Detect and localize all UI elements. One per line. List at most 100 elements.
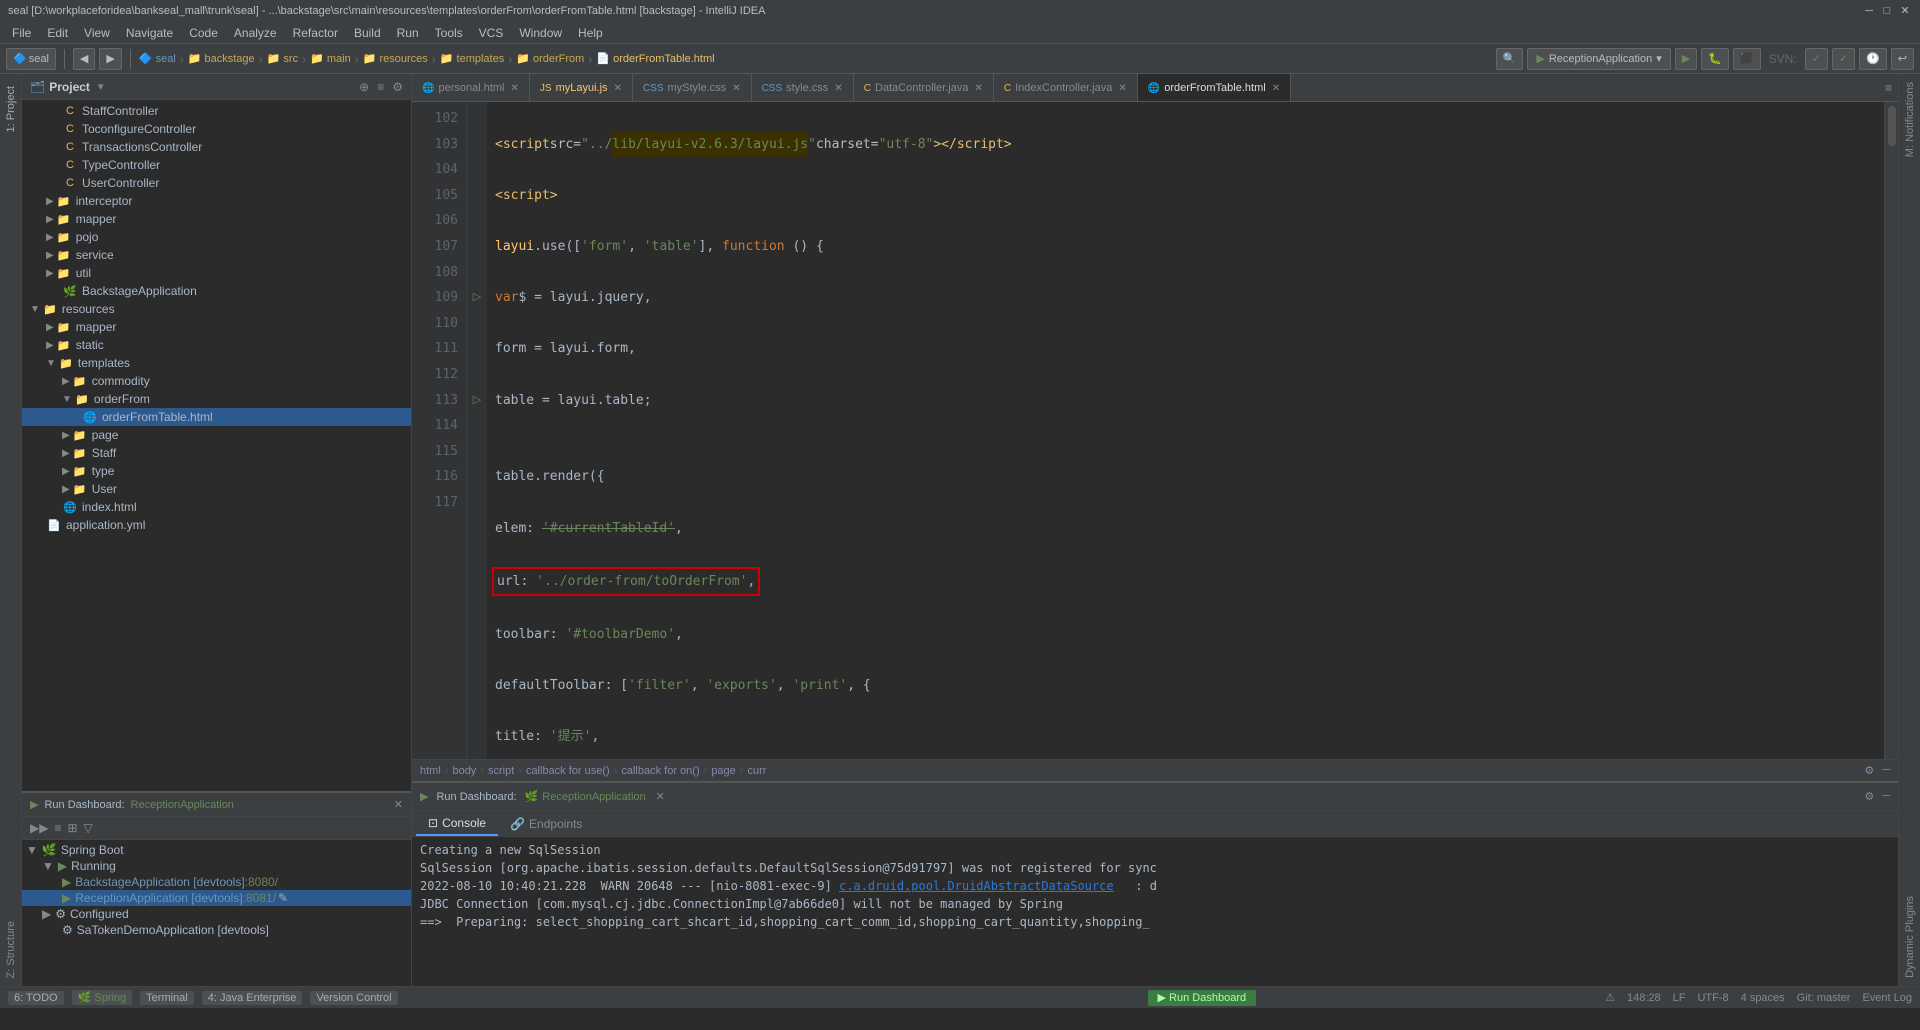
reception-app-item[interactable]: ▶ ReceptionApplication [devtools] :8081/… xyxy=(22,890,411,906)
stop-button[interactable]: ⬛ xyxy=(1733,48,1761,70)
path-page[interactable]: page xyxy=(711,765,735,777)
status-event-log[interactable]: Event Log xyxy=(1862,992,1912,1004)
right-tab-db[interactable]: Dynamic Plugins xyxy=(1902,888,1918,986)
tree-item-index-html[interactable]: 🌐 index.html xyxy=(22,498,411,516)
menu-build[interactable]: Build xyxy=(346,24,389,42)
debug-button[interactable]: 🐛 xyxy=(1701,48,1729,70)
tb-backstage[interactable]: 📁 backstage xyxy=(188,52,255,65)
tab-orderfromtable[interactable]: 🌐 orderFromTable.html ✕ xyxy=(1138,74,1291,102)
tree-item-user-controller[interactable]: C UserController xyxy=(22,174,411,192)
project-selector[interactable]: 🔷 seal xyxy=(6,48,56,70)
tree-item-resources[interactable]: ▼ 📁 resources xyxy=(22,300,411,318)
menu-vcs[interactable]: VCS xyxy=(471,24,512,42)
close-data-tab[interactable]: ✕ xyxy=(975,83,983,94)
project-tab[interactable]: 1: Project xyxy=(3,78,19,140)
editor-scrollbar[interactable] xyxy=(1884,102,1898,759)
menu-window[interactable]: Window xyxy=(511,24,570,42)
close-mylayui-tab[interactable]: ✕ xyxy=(614,83,622,94)
project-dropdown[interactable]: ▾ xyxy=(98,80,104,93)
close-personal-tab[interactable]: ✕ xyxy=(511,83,519,94)
tab-style-css[interactable]: CSS style.css ✕ xyxy=(752,74,854,102)
console-settings-icon[interactable]: ⚙ xyxy=(1864,790,1874,803)
tree-item-templates[interactable]: ▼ 📁 templates xyxy=(22,354,411,372)
tab-mystyle-css[interactable]: CSS myStyle.css ✕ xyxy=(633,74,752,102)
version-control-btn[interactable]: Version Control xyxy=(310,991,397,1005)
path-callback-use[interactable]: callback for use() xyxy=(526,765,610,777)
tree-item-application[interactable]: 📄 application.yml xyxy=(22,516,411,534)
forward-button[interactable]: ▶ xyxy=(99,48,121,70)
run-dashboard-status-btn[interactable]: ▶ Run Dashboard xyxy=(1148,990,1257,1006)
close-style-tab[interactable]: ✕ xyxy=(834,83,842,94)
run-app-link[interactable]: 🌿 ReceptionApplication xyxy=(525,790,646,803)
tab-mylayui-js[interactable]: JS myLayui.js ✕ xyxy=(530,74,633,102)
scrollbar-thumb[interactable] xyxy=(1888,106,1896,146)
window-controls[interactable]: ─ □ ✕ xyxy=(1862,4,1912,18)
tree-item-page[interactable]: ▶ 📁 page xyxy=(22,426,411,444)
tree-item-mapper[interactable]: ▶ 📁 mapper xyxy=(22,210,411,228)
spring-boot-group[interactable]: ▼ 🌿 Spring Boot xyxy=(22,842,411,858)
run-app-label[interactable]: ReceptionApplication xyxy=(131,799,234,811)
svn-check2[interactable]: ✓ xyxy=(1832,48,1855,70)
path-body[interactable]: body xyxy=(452,765,476,777)
close-orderfrom-tab[interactable]: ✕ xyxy=(1272,83,1280,94)
console-minimize-icon[interactable]: ─ xyxy=(1882,790,1890,803)
tree-item-staff-controller[interactable]: C StaffController xyxy=(22,102,411,120)
run-all-btn[interactable]: ▶▶ xyxy=(30,821,48,835)
tree-item-type[interactable]: ▶ 📁 type xyxy=(22,462,411,480)
terminal-btn[interactable]: Terminal xyxy=(140,991,194,1005)
tree-item-interceptor[interactable]: ▶ 📁 interceptor xyxy=(22,192,411,210)
menu-file[interactable]: File xyxy=(4,24,39,42)
satoken-item[interactable]: ⚙ SaTokenDemoApplication [devtools] xyxy=(22,922,411,938)
close-mystyle-tab[interactable]: ✕ xyxy=(732,83,740,94)
tab-data-controller[interactable]: C DataController.java ✕ xyxy=(854,74,994,102)
recent-files-btn[interactable]: ≡ xyxy=(1879,74,1898,101)
menu-tools[interactable]: Tools xyxy=(427,24,471,42)
svn-revert[interactable]: ↩ xyxy=(1891,48,1914,70)
run-button[interactable]: ▶ xyxy=(1675,48,1697,70)
tb-orderfrom[interactable]: 📁 orderFrom xyxy=(516,52,584,65)
close-button[interactable]: ✕ xyxy=(1898,4,1912,18)
tb-main[interactable]: 📁 main xyxy=(310,52,351,65)
console-tab[interactable]: ⊡ Console xyxy=(416,812,498,836)
druid-link[interactable]: c.a.druid.pool.DruidAbstractDataSource xyxy=(839,879,1114,893)
tree-item-resources-mapper[interactable]: ▶ 📁 mapper xyxy=(22,318,411,336)
path-callback-on[interactable]: callback for on() xyxy=(621,765,699,777)
maximize-button[interactable]: □ xyxy=(1880,4,1894,18)
tree-item-service[interactable]: ▶ 📁 service xyxy=(22,246,411,264)
structure-tab[interactable]: Z: Structure xyxy=(3,913,19,986)
code-content[interactable]: <script src="../lib/layui-v2.6.3/layui.j… xyxy=(487,102,1884,759)
svn-history[interactable]: 🕐 xyxy=(1859,48,1887,70)
tree-item-static[interactable]: ▶ 📁 static xyxy=(22,336,411,354)
spring-btn[interactable]: 🌿 Spring xyxy=(72,990,133,1005)
settings-icon[interactable]: ⚙ xyxy=(1864,764,1874,777)
tab-index-controller[interactable]: C IndexController.java ✕ xyxy=(994,74,1138,102)
project-settings-icon[interactable]: ⚙ xyxy=(392,80,403,94)
tree-item-user[interactable]: ▶ 📁 User xyxy=(22,480,411,498)
tree-item-commodity[interactable]: ▶ 📁 commodity xyxy=(22,372,411,390)
backstage-app-item[interactable]: ▶ BackstageApplication [devtools] :8080/ xyxy=(22,874,411,890)
path-script[interactable]: script xyxy=(488,765,514,777)
java-enterprise-btn[interactable]: 4: Java Enterprise xyxy=(202,991,303,1005)
menu-help[interactable]: Help xyxy=(570,24,611,42)
path-curr[interactable]: curr xyxy=(747,765,766,777)
tree-item-toconfigure-controller[interactable]: C ToconfigureController xyxy=(22,120,411,138)
close-index-tab[interactable]: ✕ xyxy=(1118,83,1126,94)
run-app-close[interactable]: ✕ xyxy=(656,790,665,803)
menu-refactor[interactable]: Refactor xyxy=(285,24,346,42)
todo-btn[interactable]: 6: TODO xyxy=(8,991,64,1005)
tree-item-type-controller[interactable]: C TypeController xyxy=(22,156,411,174)
menu-navigate[interactable]: Navigate xyxy=(118,24,181,42)
menu-analyze[interactable]: Analyze xyxy=(226,24,285,42)
status-encoding[interactable]: UTF-8 xyxy=(1697,992,1728,1004)
status-indent[interactable]: 4 spaces xyxy=(1741,992,1785,1004)
menu-view[interactable]: View xyxy=(76,24,118,42)
run-single-btn[interactable]: ≡ xyxy=(54,821,61,835)
project-collapse-icon[interactable]: ≡ xyxy=(377,80,384,94)
tree-item-staff[interactable]: ▶ 📁 Staff xyxy=(22,444,411,462)
tab-personal-html[interactable]: 🌐 personal.html ✕ xyxy=(412,74,530,102)
endpoints-tab[interactable]: 🔗 Endpoints xyxy=(498,813,594,835)
tb-src[interactable]: 📁 src xyxy=(267,52,298,65)
tree-item-pojo[interactable]: ▶ 📁 pojo xyxy=(22,228,411,246)
project-locate-icon[interactable]: ⊕ xyxy=(359,80,369,94)
tb-resources[interactable]: 📁 resources xyxy=(363,52,428,65)
